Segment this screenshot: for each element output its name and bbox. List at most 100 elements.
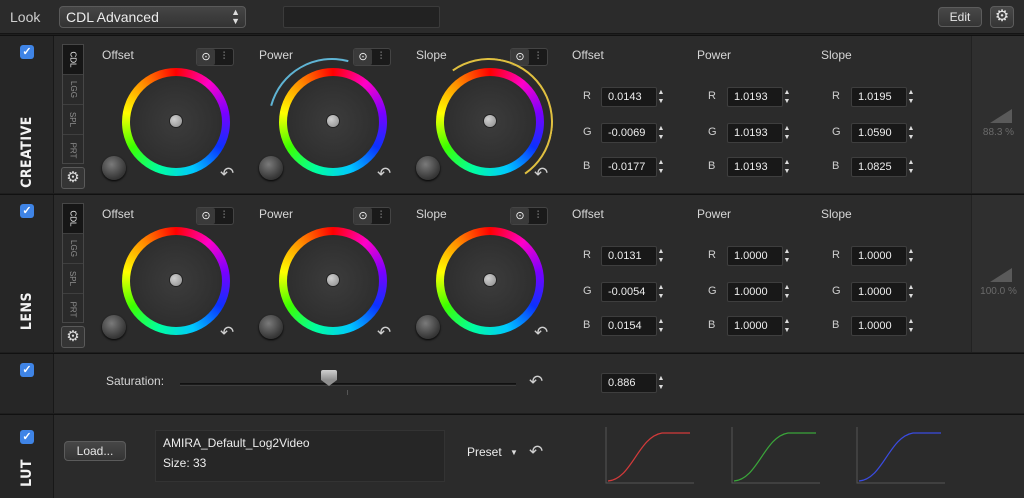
stepper-icon[interactable]: ▲ ▼ [656, 124, 666, 142]
gear-icon[interactable]: ⚙ [990, 6, 1014, 28]
wheel-puck[interactable] [484, 274, 496, 286]
wheel-mode-toggle[interactable]: ⊙ ⫶ [196, 207, 234, 225]
preset-dropdown[interactable]: Preset [467, 445, 502, 459]
offset-field[interactable]: 0.0143 [601, 87, 657, 107]
stepper-icon[interactable]: ▲ ▼ [906, 283, 916, 301]
stepper-icon[interactable]: ▲ ▼ [906, 158, 916, 176]
stepper-icon[interactable]: ▲ ▼ [906, 88, 916, 106]
wheel-master-knob[interactable] [416, 315, 440, 339]
reset-icon[interactable]: ↶ [220, 164, 234, 184]
stepper-icon[interactable]: ▲ ▼ [782, 283, 792, 301]
power-field[interactable]: 1.0000 [727, 316, 783, 336]
stepper-icon[interactable]: ▲ ▼ [782, 247, 792, 265]
wheel-master-knob[interactable] [102, 156, 126, 180]
stepper-icon[interactable]: ▲ ▼ [906, 247, 916, 265]
tab-cdl[interactable]: CDL [63, 45, 83, 75]
wheel-puck[interactable] [170, 274, 182, 286]
slope-field[interactable]: 1.0000 [851, 316, 907, 336]
wheel-mode-toggle[interactable]: ⊙ ⫶ [353, 207, 391, 225]
load-button[interactable]: Load... [64, 441, 126, 461]
edit-button[interactable]: Edit [938, 7, 982, 27]
wheel-master-knob[interactable] [259, 315, 283, 339]
offset-field[interactable]: 0.0131 [601, 246, 657, 266]
sliders-icon[interactable]: ⫶ [372, 208, 390, 224]
reset-icon[interactable]: ↶ [529, 442, 543, 462]
wheel-puck[interactable] [327, 115, 339, 127]
slope-field[interactable]: 1.0000 [851, 282, 907, 302]
wheel-puck[interactable] [327, 274, 339, 286]
mode-tabs: CDL LGG SPL PRT [62, 203, 84, 323]
slope-field[interactable]: 1.0000 [851, 246, 907, 266]
tab-lgg[interactable]: LGG [63, 75, 83, 105]
lens-enable-checkbox[interactable]: ✓ [20, 204, 34, 218]
offset-field[interactable]: 0.0154 [601, 316, 657, 336]
offset-field[interactable]: -0.0177 [601, 157, 657, 177]
power-field[interactable]: 1.0000 [727, 282, 783, 302]
target-icon[interactable]: ⊙ [354, 208, 372, 224]
wheel-puck[interactable] [484, 115, 496, 127]
sliders-icon[interactable]: ⫶ [215, 49, 233, 65]
slope-field[interactable]: 1.0590 [851, 123, 907, 143]
channel-label: R [832, 249, 840, 261]
look-name-field[interactable] [283, 6, 440, 28]
saturation-slider-handle[interactable] [320, 370, 337, 386]
tab-prt[interactable]: PRT [63, 294, 83, 324]
slope-field[interactable]: 1.0195 [851, 87, 907, 107]
stepper-icon[interactable]: ▲ ▼ [656, 247, 666, 265]
target-icon[interactable]: ⊙ [511, 208, 529, 224]
creative-enable-checkbox[interactable]: ✓ [20, 45, 34, 59]
wheel-puck[interactable] [170, 115, 182, 127]
chevron-down-icon[interactable]: ▼ [510, 448, 518, 457]
reset-icon[interactable]: ↶ [377, 323, 391, 343]
lut-curve-line [733, 432, 816, 482]
channel-label: G [708, 126, 717, 138]
tab-prt[interactable]: PRT [63, 135, 83, 165]
gear-icon[interactable]: ⚙ [61, 167, 85, 189]
stepper-icon[interactable]: ▲ ▼ [906, 124, 916, 142]
offset-field[interactable]: -0.0054 [601, 282, 657, 302]
stepper-icon[interactable]: ▲ ▼ [782, 88, 792, 106]
target-icon[interactable]: ⊙ [197, 208, 215, 224]
sliders-icon[interactable]: ⫶ [529, 208, 547, 224]
saturation-enable-checkbox[interactable]: ✓ [20, 363, 34, 377]
gear-icon[interactable]: ⚙ [61, 326, 85, 348]
stepper-icon[interactable]: ▲ ▼ [656, 317, 666, 335]
stepper-icon[interactable]: ▲ ▼ [656, 88, 666, 106]
stepper-icon[interactable]: ▲ ▼ [656, 283, 666, 301]
stepper-icon[interactable]: ▲ ▼ [782, 124, 792, 142]
reset-icon[interactable]: ↶ [534, 164, 548, 184]
column-header-power: Power [697, 207, 732, 221]
look-select[interactable]: CDL Advanced ▲ ▼ [59, 6, 246, 28]
stepper-icon[interactable]: ▲ ▼ [656, 374, 666, 392]
slope-field[interactable]: 1.0825 [851, 157, 907, 177]
sliders-icon[interactable]: ⫶ [215, 208, 233, 224]
reset-icon[interactable]: ↶ [534, 323, 548, 343]
power-field[interactable]: 1.0193 [727, 87, 783, 107]
reset-icon[interactable]: ↶ [377, 164, 391, 184]
reset-icon[interactable]: ↶ [220, 323, 234, 343]
stepper-icon[interactable]: ▲ ▼ [782, 317, 792, 335]
stepper-icon[interactable]: ▲ ▼ [656, 158, 666, 176]
wheel-master-knob[interactable] [102, 315, 126, 339]
stepper-icon[interactable]: ▲ ▼ [906, 317, 916, 335]
wheel-mode-toggle[interactable]: ⊙ ⫶ [510, 207, 548, 225]
offset-field[interactable]: -0.0069 [601, 123, 657, 143]
sliders-icon[interactable]: ⫶ [372, 49, 390, 65]
reset-icon[interactable]: ↶ [529, 372, 543, 392]
tab-lgg[interactable]: LGG [63, 234, 83, 264]
tab-cdl[interactable]: CDL [63, 204, 83, 234]
slider-tick [347, 390, 348, 395]
power-field[interactable]: 1.0193 [727, 123, 783, 143]
lut-curve-green [731, 427, 820, 484]
target-icon[interactable]: ⊙ [197, 49, 215, 65]
power-field[interactable]: 1.0000 [727, 246, 783, 266]
power-field[interactable]: 1.0193 [727, 157, 783, 177]
saturation-slider[interactable] [180, 383, 516, 386]
tab-spl[interactable]: SPL [63, 264, 83, 294]
tab-spl[interactable]: SPL [63, 105, 83, 135]
stepper-icon[interactable]: ▲ ▼ [782, 158, 792, 176]
lut-enable-checkbox[interactable]: ✓ [20, 430, 34, 444]
saturation-field[interactable]: 0.886 [601, 373, 657, 393]
wheel-mode-toggle[interactable]: ⊙ ⫶ [196, 48, 234, 66]
sliders-icon[interactable]: ⫶ [529, 49, 547, 65]
